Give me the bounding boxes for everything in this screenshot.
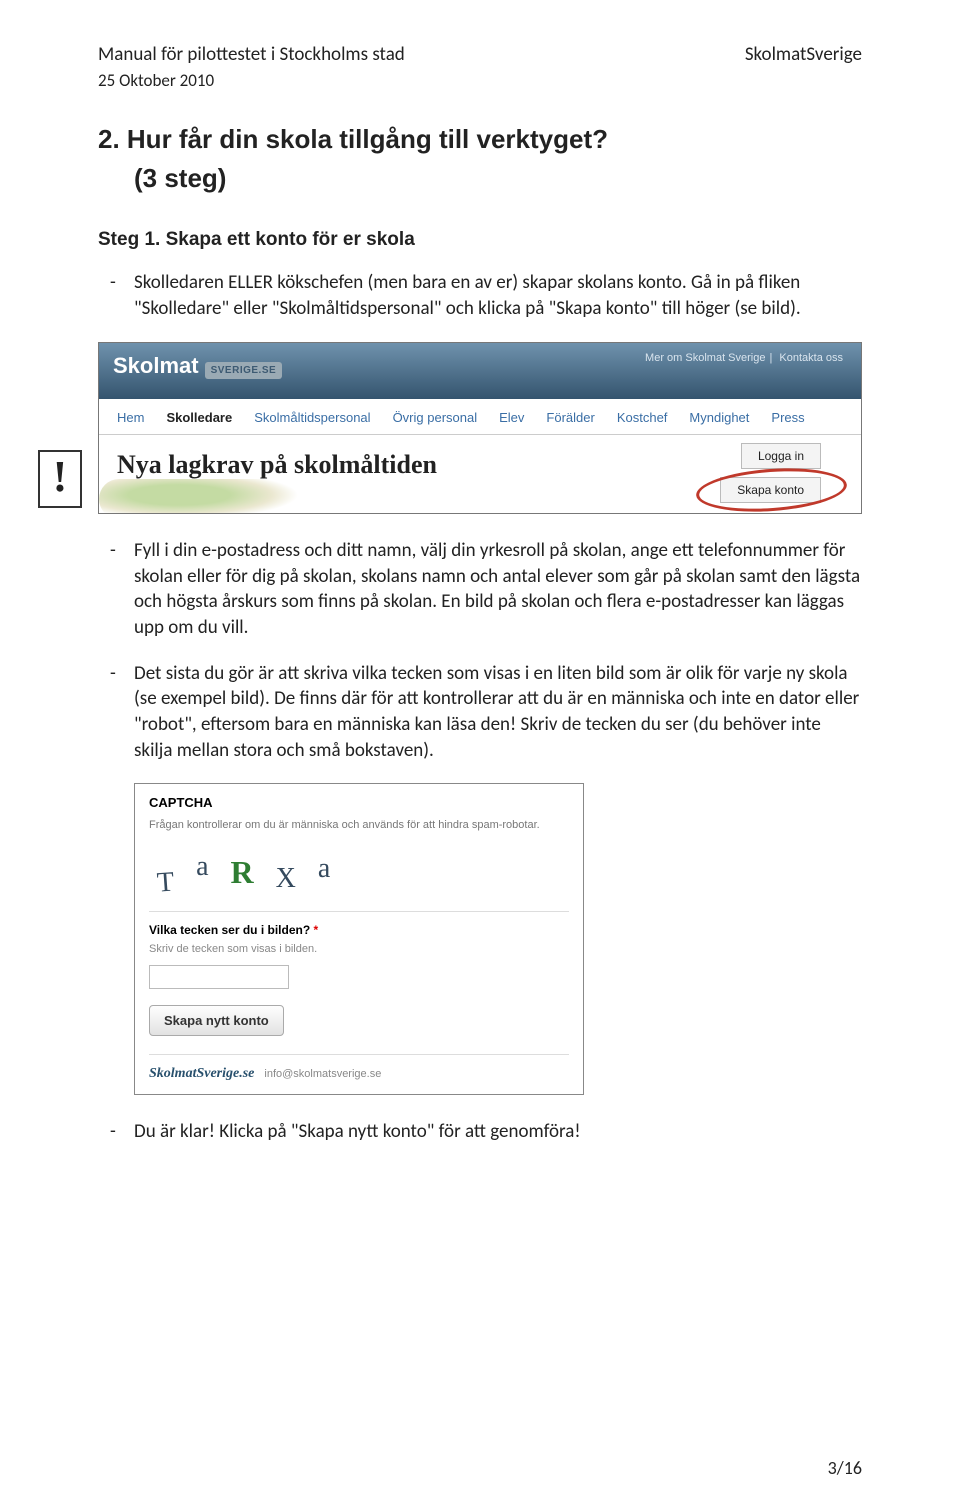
login-button[interactable]: Logga in: [741, 443, 821, 469]
nav-tab[interactable]: Myndighet: [689, 409, 749, 427]
captcha-hint: Skriv de tecken som visas i bilden.: [149, 942, 569, 957]
site-logo: Skolmat SVERIGE.SE: [113, 351, 282, 381]
captcha-char: T: [156, 863, 176, 902]
section-subheading: (3 steg): [134, 161, 862, 196]
header-date: 25 Oktober 2010: [98, 69, 405, 93]
footer-email: info@skolmatsverige.se: [264, 1067, 381, 1082]
nav-tab[interactable]: Övrig personal: [393, 409, 478, 427]
screenshot-nav: Skolmat SVERIGE.SE Mer om Skolmat Sverig…: [98, 342, 862, 515]
exclamation-callout: !: [38, 450, 82, 508]
nav-tabs: Hem Skolledare Skolmåltidspersonal Övrig pe…: [99, 399, 861, 435]
paragraph: Du är klar! Klicka på "Skapa nytt konto"…: [134, 1119, 862, 1145]
nav-tab[interactable]: Kostchef: [617, 409, 668, 427]
captcha-image: TaRXa: [149, 843, 569, 903]
top-links: Mer om Skolmat Sverige| Kontakta oss: [641, 351, 847, 366]
top-link-about[interactable]: Mer om Skolmat Sverige: [641, 352, 769, 364]
top-link-contact[interactable]: Kontakta oss: [775, 352, 847, 364]
paragraph: Skolledaren ELLER kökschefen (men bara e…: [134, 270, 862, 321]
page-header: Manual för pilottestet i Stockholms stad…: [98, 42, 862, 92]
captcha-char: R: [231, 851, 254, 894]
step-title: Steg 1. Skapa ett konto för er skola: [98, 227, 862, 253]
nav-tab[interactable]: Elev: [499, 409, 524, 427]
paragraph: Det sista du gör är att skriva vilka tec…: [134, 661, 862, 764]
hero-image: [99, 479, 299, 513]
header-right: SkolmatSverige: [745, 42, 862, 92]
captcha-char: a: [196, 848, 208, 886]
captcha-desc: Frågan kontrollerar om du är människa oc…: [149, 818, 569, 833]
hero-headline: Nya lagkrav på skolmåltiden: [117, 447, 437, 482]
section-heading: 2. Hur får din skola tillgång till verkt…: [98, 122, 862, 157]
captcha-char: X: [276, 860, 296, 898]
footer-brand: SkolmatSverige.se: [149, 1065, 254, 1084]
logo-tag: SVERIGE.SE: [205, 362, 283, 380]
captcha-input[interactable]: [149, 965, 289, 989]
nav-tab[interactable]: Press: [771, 409, 804, 427]
required-asterisk: *: [314, 923, 319, 937]
paragraph: Fyll i din e-postadress och ditt namn, v…: [134, 538, 862, 641]
nav-tab[interactable]: Skolmåltidspersonal: [254, 409, 370, 427]
header-title: Manual för pilottestet i Stockholms stad: [98, 42, 405, 69]
captcha-question: Vilka tecken ser du i bilden? *: [149, 922, 569, 938]
logo-text: Skolmat: [113, 351, 199, 381]
captcha-char: a: [318, 850, 330, 888]
screenshot-captcha: CAPTCHA Frågan kontrollerar om du är män…: [134, 783, 584, 1095]
nav-tab[interactable]: Förälder: [546, 409, 594, 427]
create-account-button[interactable]: Skapa konto: [720, 477, 821, 503]
submit-create-button[interactable]: Skapa nytt konto: [149, 1005, 284, 1037]
nav-tab[interactable]: Hem: [117, 409, 144, 427]
page-number: 3/16: [828, 1456, 862, 1480]
nav-tab[interactable]: Skolledare: [166, 409, 232, 427]
captcha-title: CAPTCHA: [149, 794, 569, 812]
